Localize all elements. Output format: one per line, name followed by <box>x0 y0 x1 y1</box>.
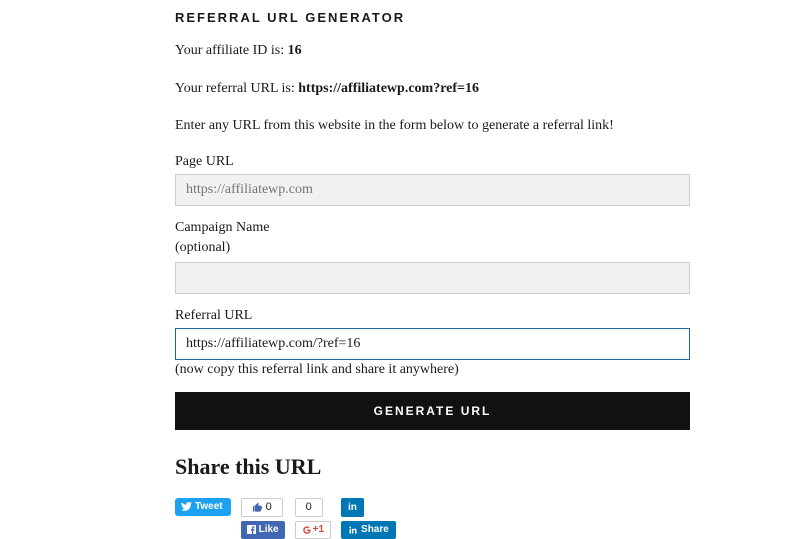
referral-url-value: https://affiliatewp.com?ref=16 <box>298 81 479 96</box>
campaign-sublabel: (optional) <box>175 240 690 256</box>
page-url-input[interactable] <box>175 174 690 206</box>
page-url-label: Page URL <box>175 154 690 170</box>
linkedin-share-button[interactable]: Share <box>341 521 396 539</box>
campaign-label: Campaign Name <box>175 220 690 236</box>
affiliate-id-label: Your affiliate ID is: <box>175 43 288 58</box>
instruction-text: Enter any URL from this website in the f… <box>175 116 690 136</box>
linkedin-icon <box>348 525 358 535</box>
share-buttons-row: Tweet 0 Like 0 +1 in <box>175 498 690 539</box>
tweet-label: Tweet <box>195 501 223 512</box>
generate-url-button[interactable]: GENERATE URL <box>175 392 690 430</box>
fb-count: 0 <box>266 501 272 513</box>
twitter-icon <box>181 502 192 511</box>
referral-output-label: Referral URL <box>175 308 690 324</box>
page-heading: REFERRAL URL GENERATOR <box>175 10 690 25</box>
referral-output-input[interactable] <box>175 328 690 360</box>
fb-col: 0 Like <box>241 498 285 539</box>
twitter-col: Tweet <box>175 498 231 516</box>
linkedin-label: in <box>348 502 357 513</box>
referral-url-label: Your referral URL is: <box>175 81 298 96</box>
gplus-button[interactable]: +1 <box>295 521 331 539</box>
google-icon <box>302 525 312 535</box>
affiliate-id-line: Your affiliate ID is: 16 <box>175 41 690 61</box>
facebook-icon <box>247 525 256 534</box>
affiliate-id-value: 16 <box>288 43 302 58</box>
share-heading: Share this URL <box>175 454 690 480</box>
gplus-count-box[interactable]: 0 <box>295 498 323 517</box>
referral-hint: (now copy this referral link and share i… <box>175 362 690 378</box>
thumb-up-icon <box>252 502 263 513</box>
fb-like-button[interactable]: Like <box>241 521 285 539</box>
linkedin-icon-box[interactable]: in <box>341 498 364 517</box>
campaign-input[interactable] <box>175 262 690 294</box>
tweet-button[interactable]: Tweet <box>175 498 231 516</box>
linkedin-col: in Share <box>341 498 396 539</box>
gplus-col: 0 +1 <box>295 498 331 539</box>
referral-url-line: Your referral URL is: https://affiliatew… <box>175 79 690 99</box>
gplus-count: 0 <box>306 501 312 513</box>
referral-generator-page: REFERRAL URL GENERATOR Your affiliate ID… <box>0 0 800 534</box>
fb-count-box[interactable]: 0 <box>241 498 283 517</box>
